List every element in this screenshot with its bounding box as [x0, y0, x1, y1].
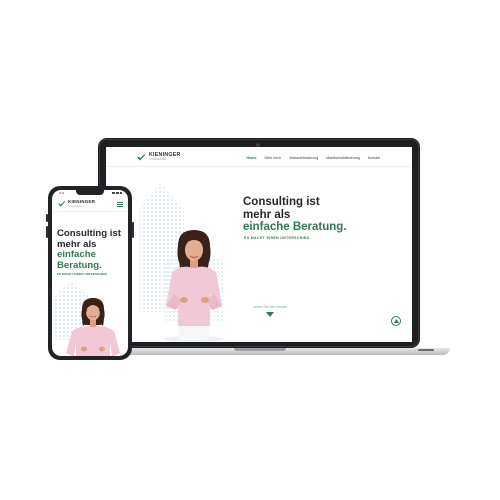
nav-item-home[interactable]: Home: [246, 156, 256, 160]
hero-heading-highlight: einfache Beratung.: [243, 221, 347, 234]
phone-notch: [76, 190, 104, 195]
arrow-up-icon: [393, 319, 399, 323]
phone-side-button: [46, 214, 48, 222]
hero-heading: Consulting ist mehr als einfache Beratun…: [57, 228, 127, 271]
hero-heading-highlight: einfache: [57, 249, 96, 261]
phone-side-button: [132, 222, 134, 238]
site-logo[interactable]: KIENINGER CONSULTING: [58, 199, 96, 208]
hero-heading-line2: mehr als: [243, 208, 291, 221]
phone-screen: 9:41 KIENINGER CONSULTING Consulting ist…: [52, 190, 128, 356]
hero-heading-line1: Consulting ist: [243, 196, 320, 208]
check-leaf-icon: [137, 154, 146, 161]
nav-item-kontakt[interactable]: Kontakt: [368, 156, 380, 160]
scroll-to-top-button[interactable]: [391, 316, 401, 326]
hero-subtitle: ES MACHT EINEN UNTERSCHIED.: [57, 272, 108, 276]
hero-portrait-image: [66, 298, 120, 356]
learn-more-link[interactable]: Lernen Sie mich kennen: [230, 305, 310, 309]
hero-heading: Consulting ist mehr als einfache Beratun…: [243, 196, 393, 234]
header-divider: [52, 211, 128, 212]
hero-subtitle: ES MACHT EINEN UNTERSCHIED.: [244, 236, 311, 240]
header-divider: [106, 166, 412, 167]
main-navigation: Home Über mich Verkaufsförderung Marktse…: [246, 156, 380, 160]
chevron-down-icon[interactable]: [266, 312, 274, 317]
hero-heading-line1: Consulting ist: [57, 228, 121, 239]
hero-heading-line4: Beratung.: [57, 259, 102, 271]
nav-item-verkaufsfoerderung[interactable]: Verkaufsförderung: [289, 156, 318, 160]
logo-tagline: CONSULTING: [68, 205, 83, 208]
laptop-foot: [418, 349, 434, 351]
nav-item-marktsensibilisierung[interactable]: Marktsensibilisierung: [326, 156, 360, 160]
check-leaf-icon: [58, 201, 66, 207]
hamburger-menu-icon[interactable]: [117, 202, 123, 207]
laptop-screen: KIENINGER CONSULTING Home Über mich Verk…: [106, 147, 412, 342]
hero-heading-line2: mehr als: [57, 238, 97, 250]
site-logo[interactable]: KIENINGER CONSULTING: [137, 152, 181, 162]
nav-item-ueber-mich[interactable]: Über mich: [264, 156, 280, 160]
hero-portrait-image: [164, 230, 224, 342]
phone-side-button: [46, 226, 48, 238]
status-bar-icons: [112, 191, 122, 194]
logo-tagline: CONSULTING: [149, 158, 166, 162]
logo-name: KIENINGER: [68, 199, 96, 204]
laptop-hinge-notch: [234, 348, 286, 351]
status-bar-time: 9:41: [59, 191, 65, 195]
